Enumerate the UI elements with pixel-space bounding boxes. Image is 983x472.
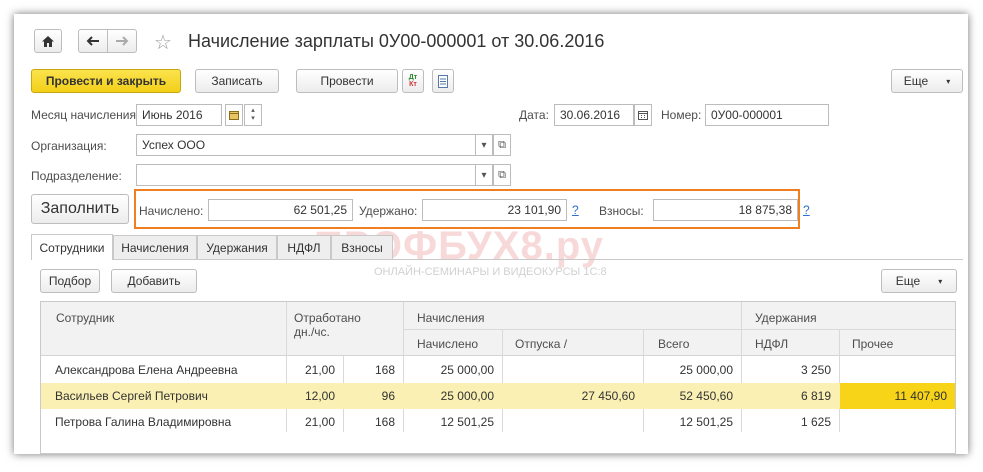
cell-employee: Васильев Сергей Петрович — [55, 389, 208, 403]
cell-total: 25 000,00 — [679, 363, 733, 377]
date-field[interactable]: 30.06.2016 — [554, 104, 634, 126]
dt-kt-icon: Дт Кт — [408, 74, 418, 88]
home-button[interactable] — [34, 29, 62, 53]
tab-employees[interactable]: Сотрудники — [31, 234, 113, 260]
spin-down-icon: ▾ — [251, 115, 255, 122]
report-button[interactable] — [432, 69, 454, 93]
cell-other[interactable]: 11 407,90 — [840, 383, 955, 409]
cell-ndfl: 3 250 — [800, 363, 831, 377]
month-spinner[interactable]: ▴ ▾ — [244, 104, 262, 126]
cell-hours: 96 — [381, 389, 395, 403]
cell-vacation: 27 450,60 — [581, 389, 635, 403]
fill-button[interactable]: Заполнить — [31, 194, 129, 224]
dropdown-arrow-icon: ▾ — [481, 139, 487, 151]
document-title: Начисление зарплаты 0У00-000001 от 30.06… — [188, 31, 605, 51]
tabs-baseline — [31, 259, 963, 260]
dropdown-arrow-icon: ▾ — [946, 76, 951, 86]
cell-accrued: 12 501,25 — [440, 415, 494, 429]
date-picker-button[interactable] — [634, 104, 652, 126]
home-icon — [42, 35, 54, 47]
department-dropdown[interactable]: ▾ — [475, 164, 493, 186]
totals-highlight-frame — [134, 189, 800, 229]
more-label: Еще — [903, 74, 929, 88]
department-open-button[interactable]: ⧉ — [493, 164, 511, 186]
table-row[interactable]: Александрова Елена Андреевна 21,00 168 2… — [41, 357, 955, 383]
tab-withholdings[interactable]: Удержания — [197, 235, 277, 259]
add-button[interactable]: Добавить — [111, 269, 197, 293]
arrow-right-icon — [116, 36, 129, 46]
post-and-close-button[interactable]: Провести и закрыть — [31, 69, 181, 93]
open-link-icon: ⧉ — [498, 138, 506, 151]
cell-employee: Александрова Елена Андреевна — [55, 363, 238, 377]
header-worked: Отработано — [294, 311, 361, 325]
cell-accrued: 25 000,00 — [440, 363, 494, 377]
calendar-icon — [638, 111, 648, 120]
organization-label: Организация: — [31, 139, 107, 153]
tab-ndfl[interactable]: НДФЛ — [277, 235, 331, 259]
header-ndfl: НДФЛ — [755, 337, 789, 351]
cell-other — [840, 357, 955, 383]
organization-dropdown[interactable]: ▾ — [475, 134, 493, 156]
cell-vacation — [503, 357, 643, 383]
header-divider — [403, 329, 955, 330]
favorite-star-icon[interactable]: ☆ — [154, 30, 172, 55]
dt-kt-button[interactable]: Дт Кт — [402, 69, 424, 93]
spin-up-icon: ▴ — [251, 107, 255, 114]
cell-days: 21,00 — [304, 415, 335, 429]
arrow-left-icon — [86, 36, 99, 46]
cell-ndfl: 1 625 — [800, 415, 831, 429]
employees-table: Сотрудник Отработано дн./чс. Начисления … — [40, 301, 956, 454]
cell-days: 21,00 — [304, 363, 335, 377]
open-link-icon: ⧉ — [498, 168, 506, 181]
header-withholdings: Удержания — [755, 311, 817, 325]
table-row[interactable]: Васильев Сергей Петрович 12,00 96 25 000… — [41, 383, 955, 409]
more-button[interactable]: Еще ▾ — [891, 69, 963, 93]
department-label: Подразделение: — [31, 169, 122, 183]
pick-button[interactable]: Подбор — [40, 269, 100, 293]
tab-accruals[interactable]: Начисления — [113, 235, 197, 259]
cell-other — [840, 409, 955, 435]
dropdown-arrow-icon: ▾ — [481, 169, 487, 181]
cell-total: 52 450,60 — [679, 389, 733, 403]
watermark-subtitle: ОНЛАЙН-СЕМИНАРЫ И ВИДЕОКУРСЫ 1С:8 — [374, 266, 607, 278]
organization-open-button[interactable]: ⧉ — [493, 134, 511, 156]
table-more-button[interactable]: Еще ▾ — [881, 269, 957, 293]
cell-vacation — [503, 409, 643, 435]
calendar-icon — [229, 111, 239, 120]
cell-ndfl: 6 819 — [800, 389, 831, 403]
cell-hours: 168 — [374, 415, 395, 429]
post-button[interactable]: Провести — [296, 69, 398, 93]
table-more-label: Еще — [895, 274, 921, 288]
header-employee: Сотрудник — [56, 311, 115, 325]
header-accruals: Начисления — [417, 311, 485, 325]
document-window: ☆ Начисление зарплаты 0У00-000001 от 30.… — [14, 14, 968, 454]
department-field[interactable] — [136, 164, 476, 186]
cell-days: 12,00 — [304, 389, 335, 403]
tab-contributions[interactable]: Взносы — [331, 235, 393, 259]
cell-employee: Петрова Галина Владимировна — [55, 415, 232, 429]
header-worked-sub: дн./чс. — [294, 325, 330, 339]
table-header: Сотрудник Отработано дн./чс. Начисления … — [41, 302, 955, 356]
header-vacation: Отпуска / — [515, 337, 568, 351]
cell-total: 12 501,25 — [679, 415, 733, 429]
number-label: Номер: — [661, 108, 702, 122]
calendar-button[interactable] — [225, 104, 243, 126]
back-button[interactable] — [78, 29, 108, 53]
save-button[interactable]: Записать — [195, 69, 279, 93]
date-label: Дата: — [519, 108, 549, 122]
document-icon — [438, 74, 448, 88]
header-total: Всего — [658, 337, 690, 351]
organization-field[interactable]: Успех ООО — [136, 134, 476, 156]
month-label: Месяц начисления: — [31, 108, 140, 122]
month-field[interactable]: Июнь 2016 — [136, 104, 222, 126]
dropdown-arrow-icon: ▾ — [938, 276, 943, 286]
header-other: Прочее — [852, 337, 894, 351]
cell-hours: 168 — [374, 363, 395, 377]
header-accrued: Начислено — [417, 337, 479, 351]
cell-accrued: 25 000,00 — [440, 389, 494, 403]
contributions-help-link[interactable]: ? — [803, 203, 810, 217]
forward-button[interactable] — [107, 29, 137, 53]
number-field[interactable]: 0У00-000001 — [705, 104, 829, 126]
table-row[interactable]: Петрова Галина Владимировна 21,00 168 12… — [41, 409, 955, 435]
